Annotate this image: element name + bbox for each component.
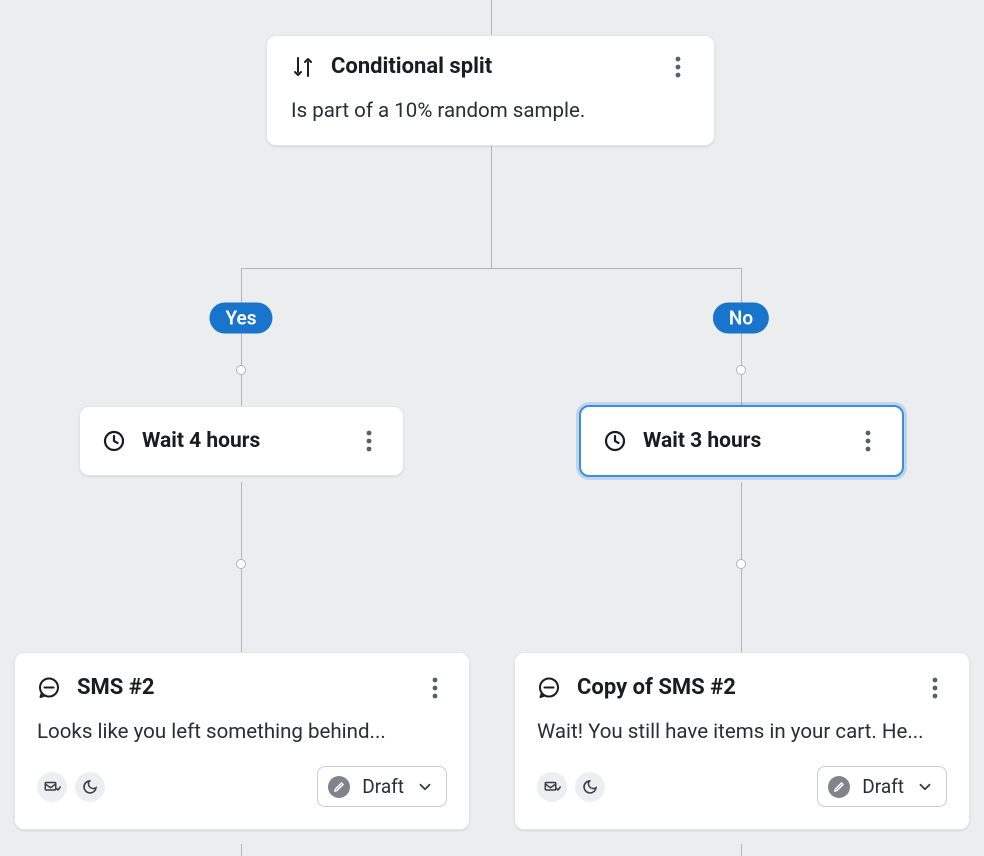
sms-preview: Wait! You still have items in your cart.… (537, 720, 947, 744)
clock-icon (102, 429, 126, 453)
sms-title: SMS #2 (77, 675, 423, 700)
split-icon (291, 55, 315, 79)
conditional-split-card[interactable]: Conditional split Is part of a 10% rando… (266, 35, 715, 146)
status-label: Draft (362, 775, 404, 798)
sms-preview: Looks like you left something behind... (37, 720, 447, 744)
chevron-down-icon (916, 778, 934, 796)
wait-card-no[interactable]: Wait 3 hours (579, 405, 904, 477)
add-step-dot[interactable] (736, 365, 746, 375)
add-step-dot[interactable] (736, 559, 746, 569)
connector (241, 844, 242, 856)
chevron-down-icon (416, 778, 434, 796)
sms-title: Copy of SMS #2 (577, 675, 923, 700)
more-button[interactable] (357, 429, 381, 453)
status-dropdown[interactable]: Draft (317, 766, 447, 807)
quiet-hours-icon[interactable] (575, 772, 605, 802)
clock-icon (603, 429, 627, 453)
branch-label-yes: Yes (209, 303, 272, 334)
connector (741, 844, 742, 856)
chat-icon (37, 676, 61, 700)
quiet-hours-icon[interactable] (75, 772, 105, 802)
sms-card-yes[interactable]: SMS #2 Looks like you left something beh… (14, 652, 470, 830)
connector (491, 142, 492, 268)
branch-label-no: No (713, 303, 769, 334)
draft-status-icon (828, 776, 850, 798)
status-dropdown[interactable]: Draft (817, 766, 947, 807)
sms-card-no[interactable]: Copy of SMS #2 Wait! You still have item… (514, 652, 970, 830)
more-button[interactable] (423, 676, 447, 700)
conditional-split-description: Is part of a 10% random sample. (291, 99, 690, 123)
add-step-dot[interactable] (236, 559, 246, 569)
add-step-dot[interactable] (236, 365, 246, 375)
more-button[interactable] (923, 676, 947, 700)
connector (241, 268, 242, 407)
wait-title: Wait 3 hours (643, 429, 856, 453)
status-label: Draft (862, 775, 904, 798)
conditional-split-title: Conditional split (331, 54, 666, 79)
connector (491, 0, 492, 35)
smart-send-icon[interactable] (37, 772, 67, 802)
draft-status-icon (328, 776, 350, 798)
more-button[interactable] (856, 429, 880, 453)
more-button[interactable] (666, 55, 690, 79)
connector (741, 268, 742, 407)
flow-canvas: Yes No Conditional split Is part of a 10… (0, 0, 984, 856)
smart-send-icon[interactable] (537, 772, 567, 802)
wait-card-yes[interactable]: Wait 4 hours (79, 406, 404, 476)
wait-title: Wait 4 hours (142, 429, 357, 453)
connector (241, 268, 741, 269)
chat-icon (537, 676, 561, 700)
